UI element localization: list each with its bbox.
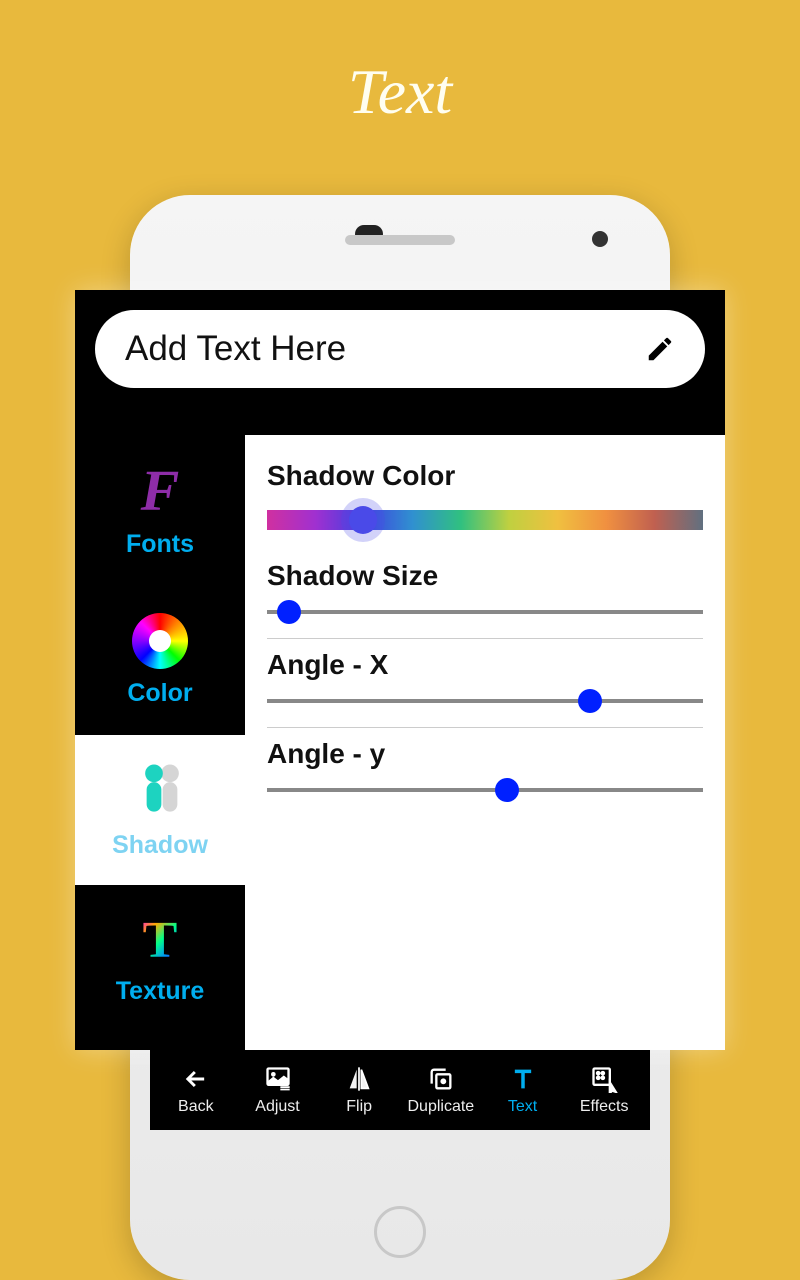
- text-input-bar[interactable]: Add Text Here: [95, 310, 705, 388]
- angle-x-label: Angle - X: [267, 649, 703, 681]
- text-icon: [508, 1064, 538, 1094]
- bottom-item-duplicate[interactable]: Duplicate: [400, 1064, 482, 1116]
- bottom-label-flip: Flip: [346, 1098, 372, 1116]
- sidebar-label-shadow: Shadow: [112, 831, 208, 860]
- home-button[interactable]: [374, 1206, 426, 1258]
- bottom-item-adjust[interactable]: Adjust: [237, 1064, 319, 1116]
- sidebar-label-texture: Texture: [116, 977, 204, 1006]
- angle-x-slider[interactable]: [267, 699, 703, 703]
- color-wheel-icon: [132, 613, 188, 669]
- shadow-size-slider[interactable]: [267, 610, 703, 614]
- sidebar: F Fonts Color Shadow T Texture: [75, 435, 245, 1035]
- shadow-icon: [130, 761, 190, 821]
- sidebar-item-fonts[interactable]: F Fonts: [75, 435, 245, 585]
- effects-icon: [589, 1064, 619, 1094]
- divider: [267, 638, 703, 639]
- angle-x-thumb[interactable]: [578, 689, 602, 713]
- sidebar-item-shadow[interactable]: Shadow: [75, 735, 245, 885]
- bottom-item-text[interactable]: Text: [482, 1064, 564, 1116]
- shadow-color-thumb[interactable]: [349, 506, 377, 534]
- bottom-label-text: Text: [508, 1098, 537, 1116]
- bottom-item-flip[interactable]: Flip: [318, 1064, 400, 1116]
- shadow-size-thumb[interactable]: [277, 600, 301, 624]
- bottom-item-effects[interactable]: Effects: [563, 1064, 645, 1116]
- divider: [267, 727, 703, 728]
- shadow-color-label: Shadow Color: [267, 460, 703, 492]
- bottom-item-back[interactable]: Back: [155, 1064, 237, 1116]
- shadow-settings-panel: Shadow Color Shadow Size Angle - X Angle…: [245, 435, 725, 1050]
- bottom-label-duplicate: Duplicate: [408, 1098, 475, 1116]
- angle-y-thumb[interactable]: [495, 778, 519, 802]
- pencil-icon[interactable]: [645, 334, 675, 364]
- shadow-size-label: Shadow Size: [267, 560, 703, 592]
- text-input-placeholder: Add Text Here: [125, 329, 346, 369]
- angle-y-slider[interactable]: [267, 788, 703, 792]
- adjust-icon: [263, 1064, 293, 1094]
- phone-speaker: [345, 235, 455, 245]
- flip-icon: [344, 1064, 374, 1094]
- sidebar-item-color[interactable]: Color: [75, 585, 245, 735]
- sidebar-item-texture[interactable]: T Texture: [75, 885, 245, 1035]
- phone-camera: [592, 231, 608, 247]
- bottom-label-effects: Effects: [580, 1098, 629, 1116]
- back-icon: [181, 1064, 211, 1094]
- bottom-label-adjust: Adjust: [255, 1098, 299, 1116]
- shadow-color-slider[interactable]: [267, 510, 703, 530]
- texture-icon: T: [143, 915, 178, 967]
- fonts-icon: F: [141, 462, 180, 520]
- sidebar-label-color: Color: [127, 679, 192, 708]
- bottom-toolbar: Back Adjust Flip Duplicate Text Effects: [150, 1050, 650, 1130]
- bottom-label-back: Back: [178, 1098, 214, 1116]
- sidebar-label-fonts: Fonts: [126, 530, 194, 559]
- page-title: Text: [0, 0, 800, 129]
- duplicate-icon: [426, 1064, 456, 1094]
- angle-y-label: Angle - y: [267, 738, 703, 770]
- editor-panel: Add Text Here F Fonts Color: [75, 290, 725, 1050]
